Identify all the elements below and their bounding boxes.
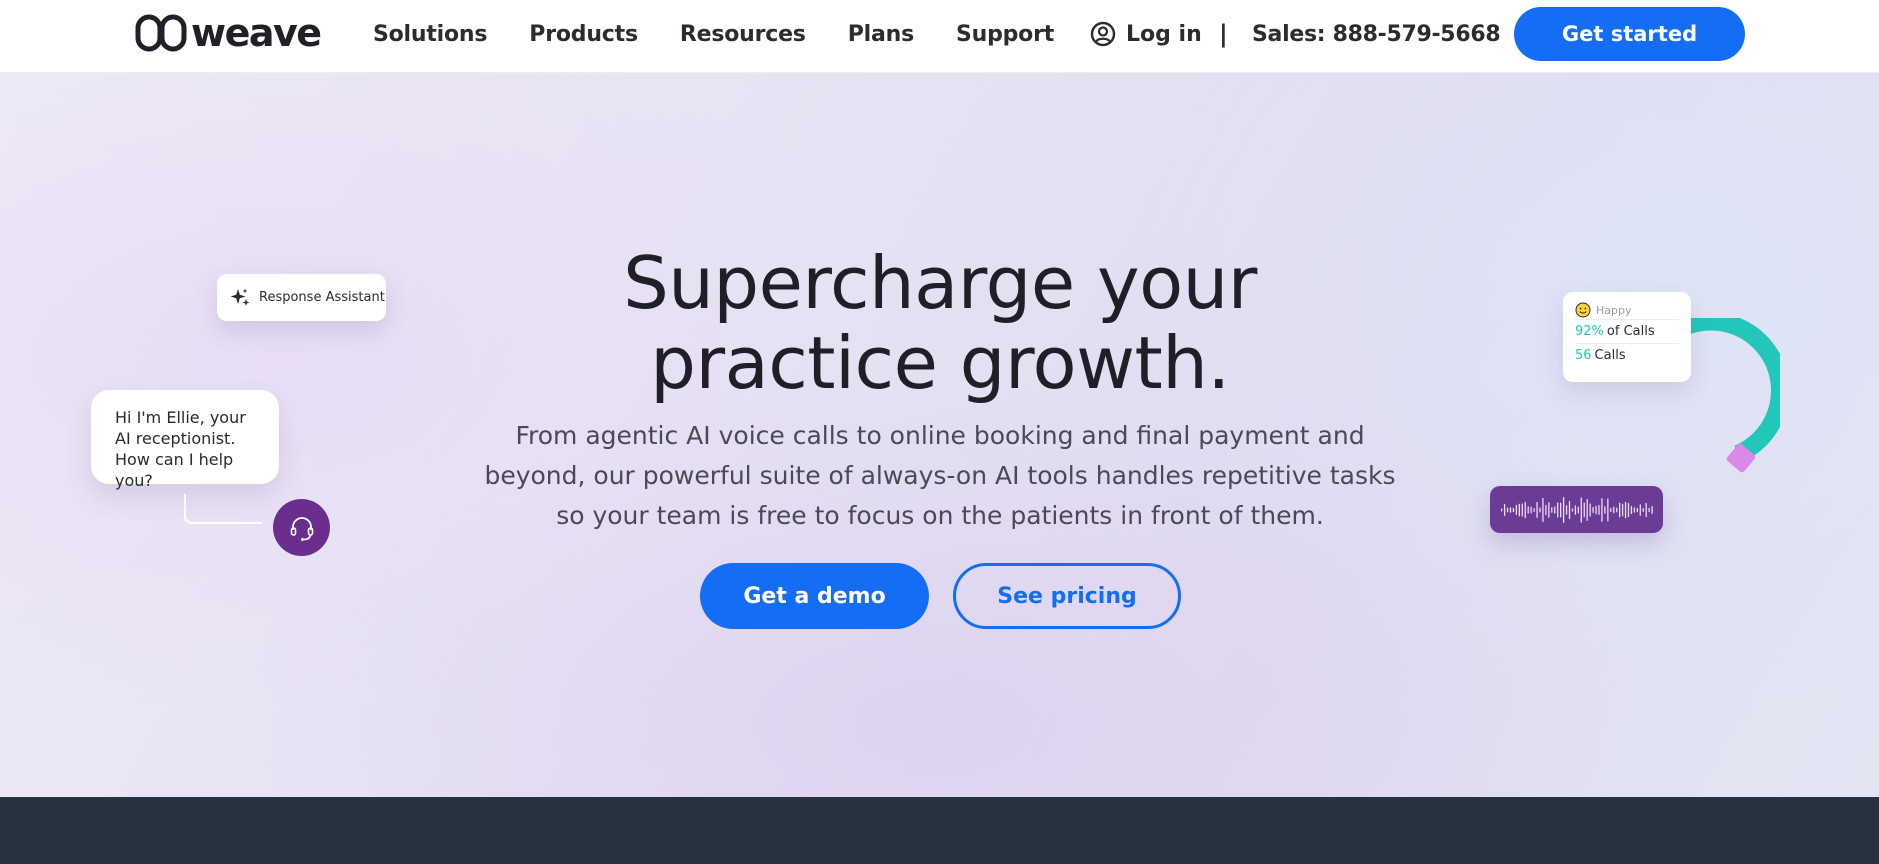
weave-logo[interactable]: weave (135, 11, 322, 55)
percent-calls-row: 92% of Calls (1575, 319, 1679, 343)
response-assistant-label: Response Assistant (259, 290, 385, 305)
login-label: Log in (1126, 21, 1202, 47)
user-circle-icon (1090, 21, 1116, 47)
hero-title: Supercharge your practice growth. (440, 243, 1440, 403)
nav-solutions[interactable]: Solutions (373, 22, 487, 47)
get-demo-button[interactable]: Get a demo (700, 563, 929, 629)
chat-bubble: Hi I'm Ellie, your AI receptionist. How … (91, 390, 279, 490)
hero-title-line-1: Supercharge your (623, 241, 1257, 325)
main-nav: Solutions Products Resources Plans Suppo… (373, 0, 1096, 68)
nav-divider: | (1219, 20, 1228, 48)
waveform-icon (1500, 496, 1653, 523)
hero-section: Supercharge your practice growth. From a… (0, 73, 1879, 797)
call-count-row: 56 Calls (1575, 343, 1679, 367)
agent-avatar (273, 499, 330, 556)
hero-subtitle: From agentic AI voice calls to online bo… (484, 421, 1396, 530)
sparkle-icon (230, 288, 250, 306)
nav-plans[interactable]: Plans (848, 22, 914, 47)
call-stats-card: Happy 92% of Calls 56 Calls (1563, 292, 1691, 382)
nav-support[interactable]: Support (956, 22, 1054, 47)
weave-logo-icon (135, 14, 187, 52)
site-header: weave Solutions Products Resources Plans… (0, 0, 1879, 73)
percent-value: 92% (1575, 324, 1604, 339)
nav-products[interactable]: Products (529, 22, 638, 47)
mood-label: Happy (1596, 303, 1632, 317)
headset-icon (290, 516, 313, 541)
hero-title-line-2: practice growth. (650, 321, 1230, 405)
login-link[interactable]: Log in (1090, 0, 1202, 68)
sales-phone-link[interactable]: Sales: 888-579-5668 (1252, 0, 1501, 68)
count-label: Calls (1594, 348, 1626, 363)
chat-connector (184, 494, 262, 524)
audio-waveform-card (1490, 486, 1663, 533)
nav-resources[interactable]: Resources (680, 22, 806, 47)
mood-row: Happy (1575, 301, 1691, 319)
get-started-button[interactable]: Get started (1514, 7, 1745, 61)
smiley-icon (1575, 302, 1591, 318)
response-assistant-card: Response Assistant (217, 274, 386, 321)
logo-wordmark: weave (191, 11, 322, 55)
percent-label: of Calls (1606, 324, 1655, 339)
count-value: 56 (1575, 348, 1592, 363)
see-pricing-button[interactable]: See pricing (953, 563, 1181, 629)
dark-section-band (0, 797, 1879, 864)
